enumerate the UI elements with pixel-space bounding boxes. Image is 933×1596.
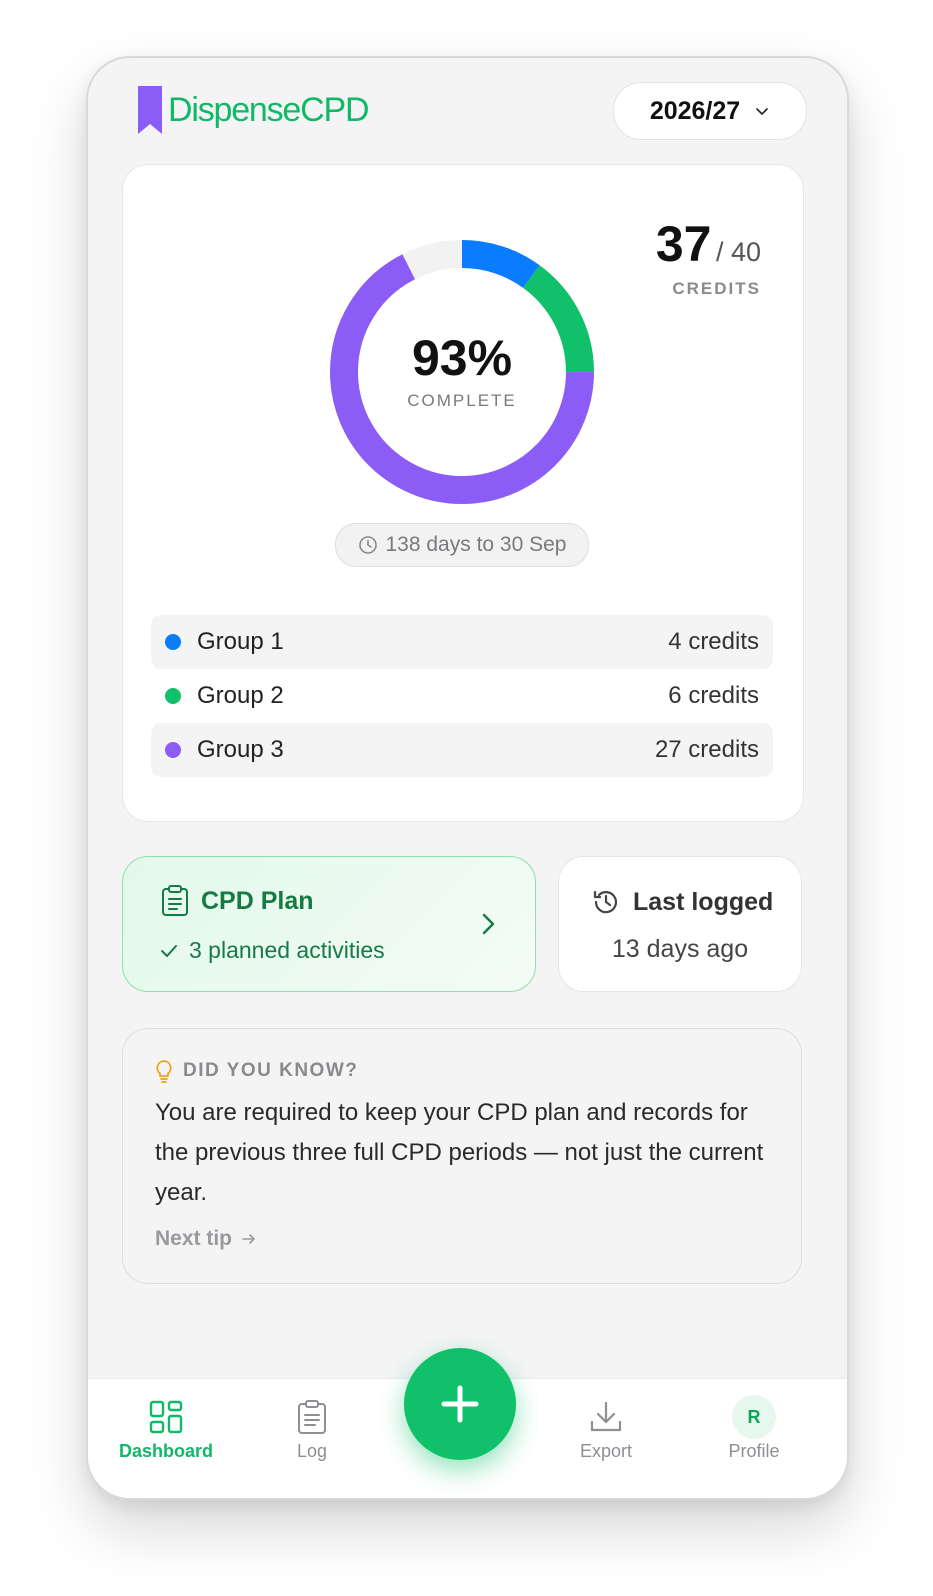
percent-label: COMPLETE (407, 391, 517, 410)
plan-subtitle: 3 planned activities (189, 937, 385, 963)
nav-profile-label: Profile (728, 1441, 780, 1461)
deadline-badge: 138 days to 30 Sep (335, 523, 589, 567)
group-name: Group 1 (197, 628, 284, 655)
nav-log[interactable]: Log (242, 1397, 382, 1462)
period-value: 2026/27 (649, 96, 741, 125)
last-logged-header: Last logged (591, 887, 773, 917)
group-row[interactable]: Group 1 4 credits (151, 615, 773, 669)
next-tip-link[interactable]: Next tip (155, 1227, 258, 1251)
nav-log-label: Log (296, 1441, 328, 1461)
donut-center: 93% COMPLETE (327, 237, 597, 507)
app-screen: DispenseCPD 2026/27 37 / 40 CREDITS 93% … (86, 56, 849, 1500)
last-logged-card[interactable]: Last logged 13 days ago (558, 856, 802, 992)
nav-export-label: Export (579, 1441, 633, 1461)
group-row[interactable]: Group 2 6 credits (151, 669, 773, 723)
tip-body: You are required to keep your CPD plan a… (155, 1099, 764, 1206)
chevron-down-icon (756, 108, 768, 115)
clock-icon (358, 536, 377, 554)
plus-icon (441, 1385, 479, 1423)
download-icon (590, 1401, 622, 1432)
brand-name: DispenseCPD (168, 90, 370, 129)
group-credits: 27 credits (654, 736, 759, 763)
group3-dot (165, 742, 181, 758)
credits-target: / 40 (715, 237, 761, 267)
tip-header: DID YOU KNOW? (155, 1059, 358, 1083)
nav-dashboard[interactable]: Dashboard (96, 1397, 236, 1462)
nav-export[interactable]: Export (536, 1397, 676, 1462)
check-icon (161, 944, 177, 957)
credits-total: 37 / 40 CREDITS (656, 215, 761, 299)
dashboard-grid-icon (149, 1400, 183, 1434)
last-logged-value: 13 days ago (611, 935, 749, 963)
group2-dot (165, 688, 181, 704)
percent-complete: 93% (411, 330, 513, 386)
avatar: R (732, 1395, 776, 1439)
credits-earned: 37 (655, 216, 712, 272)
cpd-plan-card[interactable]: CPD Plan 3 planned activities (122, 856, 536, 992)
group-row[interactable]: Group 3 27 credits (151, 723, 773, 777)
group-breakdown-list: Group 1 4 credits Group 2 6 credits Grou… (151, 615, 773, 777)
group-credits: 4 credits (668, 628, 759, 655)
plan-status: 3 planned activities (159, 937, 385, 964)
credits-label: CREDITS (672, 279, 761, 298)
nav-dashboard-label: Dashboard (118, 1441, 214, 1461)
bookmark-logo-icon (138, 86, 162, 134)
arrow-right-icon (242, 1234, 255, 1244)
brand-logo: DispenseCPD (136, 84, 370, 136)
next-tip-label: Next tip (155, 1227, 233, 1250)
progress-summary-card: 37 / 40 CREDITS 93% COMPLETE 138 days to… (122, 164, 804, 822)
clipboard-list-icon (298, 1400, 326, 1434)
deadline-text: 138 days to 30 Sep (385, 533, 567, 556)
add-activity-button[interactable] (404, 1348, 516, 1460)
lightbulb-icon (156, 1060, 172, 1083)
group1-dot (165, 634, 181, 650)
period-selector[interactable]: 2026/27 (613, 82, 807, 140)
history-icon (593, 890, 618, 914)
last-logged-title: Last logged (633, 887, 774, 916)
did-you-know-card: DID YOU KNOW? You are required to keep y… (122, 1028, 802, 1284)
chevron-right-icon (482, 913, 495, 935)
plan-title: CPD Plan (201, 887, 314, 915)
clipboard-icon (162, 885, 188, 916)
nav-profile[interactable]: R Profile (684, 1395, 824, 1462)
group-name: Group 3 (197, 736, 284, 763)
group-credits: 6 credits (668, 682, 759, 709)
group-name: Group 2 (197, 682, 284, 709)
tip-heading: DID YOU KNOW? (183, 1060, 359, 1081)
